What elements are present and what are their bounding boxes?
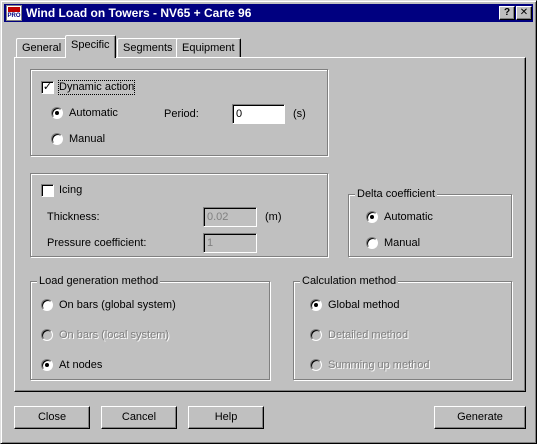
period-unit: (s) xyxy=(293,108,306,120)
window-title: Wind Load on Towers - NV65 + Carte 96 xyxy=(26,6,252,20)
delta-coefficient-frame: Delta coefficient Automatic Manual xyxy=(348,188,512,257)
global-method-label[interactable]: Global method xyxy=(328,299,400,312)
delta-automatic-radio[interactable] xyxy=(366,211,378,223)
app-icon-text: PRO xyxy=(7,13,21,19)
icing-frame: Icing Thickness: 0.02 (m) Pressure coeff… xyxy=(30,173,328,257)
icing-label[interactable]: Icing xyxy=(59,184,82,197)
dynamic-action-frame: ✓ Dynamic action Automatic Manual Period… xyxy=(30,69,328,156)
thickness-input[interactable]: 0.02 xyxy=(203,207,257,227)
bars-global-radio[interactable] xyxy=(41,299,53,311)
delta-coefficient-title: Delta coefficient xyxy=(355,188,438,200)
bars-local-label[interactable]: On bars (local system) xyxy=(59,329,169,342)
icing-checkbox[interactable] xyxy=(41,184,54,197)
summing-method-label[interactable]: Summing up method xyxy=(328,359,430,372)
bars-global-label[interactable]: On bars (global system) xyxy=(59,299,176,312)
tab-equipment[interactable]: Equipment xyxy=(176,38,241,58)
dynamic-manual-label[interactable]: Manual xyxy=(69,133,105,146)
help-button[interactable]: Help xyxy=(188,406,264,429)
calculation-method-title: Calculation method xyxy=(300,275,399,287)
tab-segments[interactable]: Segments xyxy=(117,38,179,58)
dynamic-action-checkbox[interactable]: ✓ xyxy=(41,81,54,94)
at-nodes-radio[interactable] xyxy=(41,359,53,371)
pressure-coefficient-label: Pressure coefficient: xyxy=(47,237,147,249)
calculation-method-frame: Calculation method Global method Detaile… xyxy=(293,275,512,380)
dynamic-manual-radio[interactable] xyxy=(51,133,63,145)
app-icon-stripe xyxy=(8,7,20,12)
title-bar[interactable]: PRO Wind Load on Towers - NV65 + Carte 9… xyxy=(4,4,533,22)
dynamic-automatic-label[interactable]: Automatic xyxy=(69,107,118,120)
delta-manual-radio[interactable] xyxy=(366,237,378,249)
dynamic-action-label[interactable]: Dynamic action xyxy=(57,80,136,95)
load-generation-frame: Load generation method On bars (global s… xyxy=(30,275,270,380)
thickness-unit: (m) xyxy=(265,211,282,223)
load-generation-title: Load generation method xyxy=(37,275,161,287)
close-button[interactable]: Close xyxy=(14,406,90,429)
at-nodes-label[interactable]: At nodes xyxy=(59,359,102,372)
dynamic-automatic-radio[interactable] xyxy=(51,107,63,119)
summing-method-radio[interactable] xyxy=(310,359,322,371)
app-icon[interactable]: PRO xyxy=(6,5,22,21)
tab-specific-label: Specific xyxy=(71,39,110,51)
period-label: Period: xyxy=(164,108,199,120)
thickness-label: Thickness: xyxy=(47,211,100,223)
detailed-method-radio[interactable] xyxy=(310,329,322,341)
global-method-radio[interactable] xyxy=(310,299,322,311)
close-title-button[interactable]: ✕ xyxy=(516,6,532,20)
generate-button[interactable]: Generate xyxy=(434,406,526,429)
bars-local-radio[interactable] xyxy=(41,329,53,341)
delta-manual-label[interactable]: Manual xyxy=(384,237,420,250)
pressure-coefficient-input[interactable]: 1 xyxy=(203,233,257,253)
dialog-window: PRO Wind Load on Towers - NV65 + Carte 9… xyxy=(0,0,537,444)
tab-general[interactable]: General xyxy=(16,38,68,58)
tab-specific[interactable]: Specific xyxy=(65,35,116,58)
tab-panel-specific: ✓ Dynamic action Automatic Manual Period… xyxy=(14,57,526,392)
detailed-method-label[interactable]: Detailed method xyxy=(328,329,408,342)
cancel-button[interactable]: Cancel xyxy=(101,406,177,429)
delta-automatic-label[interactable]: Automatic xyxy=(384,211,433,224)
period-input[interactable]: 0 xyxy=(232,104,285,124)
help-title-button[interactable]: ? xyxy=(499,6,515,20)
